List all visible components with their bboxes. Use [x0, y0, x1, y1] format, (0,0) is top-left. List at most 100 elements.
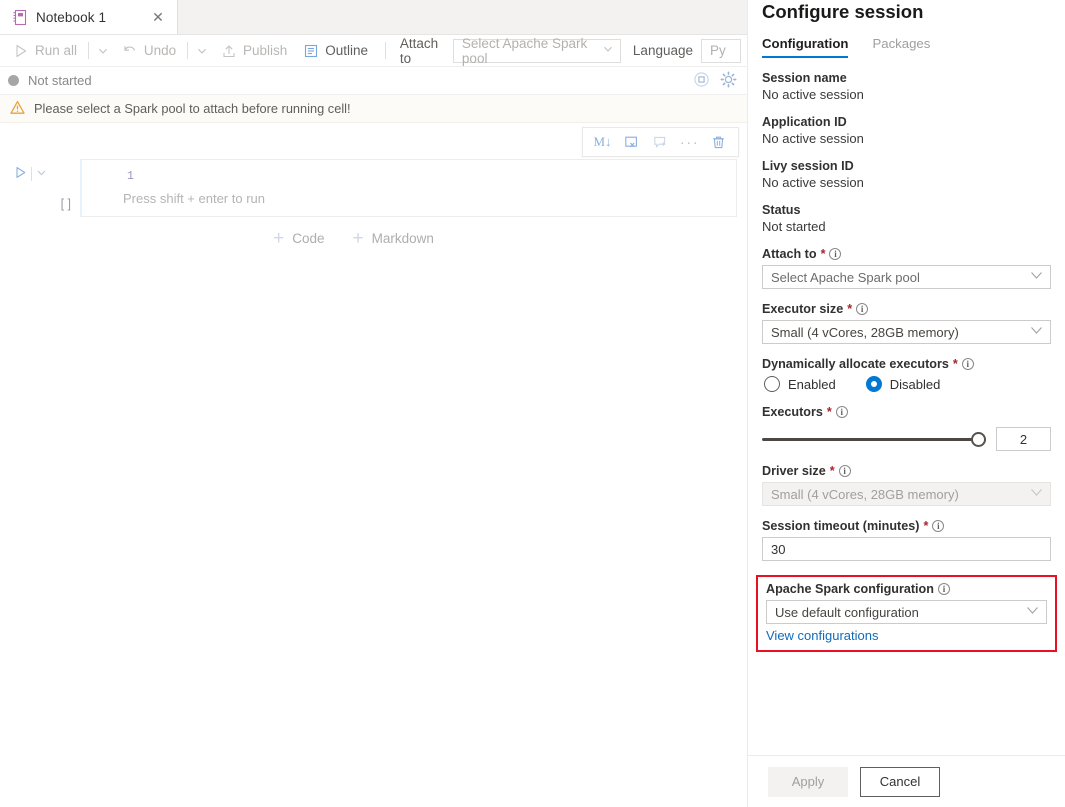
spark-configuration-select[interactable]: Use default configuration	[766, 600, 1047, 624]
session-timeout-input[interactable]: 30	[762, 537, 1051, 561]
required-asterisk: *	[953, 357, 958, 371]
more-options-icon[interactable]: ···	[676, 130, 703, 154]
line-number: 1	[127, 170, 134, 183]
info-icon[interactable]: i	[836, 406, 848, 418]
execution-count: [ ]	[8, 197, 80, 211]
attach-to-select[interactable]: Select Apache Spark pool	[762, 265, 1051, 289]
session-timeout-value: 30	[771, 542, 785, 557]
dynamic-allocation-label-text: Dynamically allocate executors	[762, 357, 949, 371]
status-label: Status	[762, 203, 1051, 217]
info-icon[interactable]: i	[839, 465, 851, 477]
livy-session-id-value: No active session	[762, 175, 1051, 190]
tab-packages[interactable]: Packages	[872, 36, 930, 58]
run-cell-icon[interactable]	[13, 165, 28, 183]
attach-to-dropdown[interactable]: Select Apache Spark pool	[453, 39, 621, 63]
cell-accent-bar	[80, 160, 82, 216]
executors-slider[interactable]	[762, 430, 986, 448]
code-cell: [ ] 1 Press shift + enter to run	[0, 159, 747, 217]
plus-icon: +	[273, 229, 284, 248]
language-value: Py	[710, 43, 726, 58]
add-code-cell-button[interactable]: + Code	[273, 229, 324, 248]
status-text: Not started	[28, 73, 92, 88]
outline-button[interactable]: Outline	[296, 40, 375, 62]
radio-enabled[interactable]: Enabled	[764, 376, 836, 392]
run-all-chevron-icon[interactable]	[93, 42, 113, 60]
panel-tabs: Configuration Packages	[762, 36, 1051, 58]
stop-session-icon[interactable]	[693, 71, 710, 91]
delete-cell-icon[interactable]	[705, 130, 732, 154]
executor-size-value: Small (4 vCores, 28GB memory)	[771, 325, 959, 340]
chevron-down-icon[interactable]	[35, 166, 48, 182]
cancel-label: Cancel	[880, 774, 920, 789]
tab-notebook-1[interactable]: Notebook 1 ✕	[0, 0, 178, 34]
field-executors: Executors * i 2	[762, 405, 1051, 451]
info-icon[interactable]: i	[829, 248, 841, 260]
chevron-down-icon	[1030, 326, 1043, 338]
cell-toolbar: M↓ ···	[582, 127, 739, 157]
convert-to-markdown-icon[interactable]: M↓	[589, 130, 616, 154]
chevron-down-icon	[1026, 606, 1039, 618]
gear-icon[interactable]	[720, 71, 737, 91]
required-asterisk: *	[923, 519, 928, 533]
undo-chevron-icon[interactable]	[192, 42, 212, 60]
tab-configuration[interactable]: Configuration	[762, 36, 848, 58]
undo-button[interactable]: Undo	[115, 40, 183, 62]
attach-to-label: Attach to * i	[762, 247, 1051, 261]
field-session-timeout: Session timeout (minutes) * i 30	[762, 519, 1051, 561]
info-icon[interactable]: i	[856, 303, 868, 315]
clear-output-icon[interactable]	[618, 130, 645, 154]
add-code-label: Code	[292, 231, 324, 246]
session-status-bar: Not started	[0, 67, 747, 95]
field-status: Status Not started	[762, 203, 1051, 234]
add-comment-icon[interactable]	[647, 130, 674, 154]
status-value: Not started	[762, 219, 1051, 234]
add-markdown-label: Markdown	[372, 231, 434, 246]
slider-thumb[interactable]	[971, 432, 986, 447]
attach-to-label-text: Attach to	[762, 247, 817, 261]
tab-strip-filler	[178, 0, 747, 34]
cancel-button[interactable]: Cancel	[860, 767, 940, 797]
radio-disabled[interactable]: Disabled	[866, 376, 941, 392]
chevron-down-icon	[1030, 488, 1043, 500]
publish-button[interactable]: Publish	[214, 40, 294, 62]
chevron-down-icon	[1030, 271, 1043, 283]
executor-size-label: Executor size * i	[762, 302, 1051, 316]
outline-icon	[303, 43, 319, 59]
required-asterisk: *	[827, 405, 832, 419]
info-icon[interactable]: i	[932, 520, 944, 532]
driver-size-label: Driver size * i	[762, 464, 1051, 478]
spark-configuration-value: Use default configuration	[775, 605, 919, 620]
code-placeholder: Press shift + enter to run	[123, 191, 265, 206]
driver-size-select: Small (4 vCores, 28GB memory)	[762, 482, 1051, 506]
field-driver-size: Driver size * i Small (4 vCores, 28GB me…	[762, 464, 1051, 506]
run-all-button[interactable]: Run all	[6, 40, 84, 62]
required-asterisk: *	[821, 247, 826, 261]
field-application-id: Application ID No active session	[762, 115, 1051, 146]
synapse-notebook-window: Notebook 1 ✕ Run all Undo	[0, 0, 1065, 807]
info-icon[interactable]: i	[962, 358, 974, 370]
panel-footer: Apply Cancel	[748, 755, 1065, 807]
outline-label: Outline	[325, 43, 368, 58]
undo-label: Undo	[144, 43, 176, 58]
publish-label: Publish	[243, 43, 287, 58]
field-dynamic-allocation: Dynamically allocate executors * i Enabl…	[762, 357, 1051, 392]
driver-size-label-text: Driver size	[762, 464, 826, 478]
executors-number-input[interactable]: 2	[996, 427, 1051, 451]
executor-size-select[interactable]: Small (4 vCores, 28GB memory)	[762, 320, 1051, 344]
add-markdown-cell-button[interactable]: + Markdown	[353, 229, 434, 248]
cell-editor[interactable]: 1 Press shift + enter to run	[80, 159, 737, 217]
executor-size-label-text: Executor size	[762, 302, 843, 316]
notebook-icon	[12, 9, 28, 26]
livy-session-id-label: Livy session ID	[762, 159, 1051, 173]
view-configurations-link[interactable]: View configurations	[766, 628, 879, 643]
apply-button[interactable]: Apply	[768, 767, 848, 797]
info-icon[interactable]: i	[938, 583, 950, 595]
language-label: Language	[623, 43, 699, 58]
language-dropdown[interactable]: Py	[701, 39, 741, 63]
close-icon[interactable]: ✕	[149, 8, 167, 26]
tab-label: Notebook 1	[36, 10, 106, 25]
play-icon	[13, 43, 29, 59]
warning-bar: Please select a Spark pool to attach bef…	[0, 95, 747, 123]
executors-label-text: Executors	[762, 405, 823, 419]
radio-circle-disabled	[866, 376, 882, 392]
